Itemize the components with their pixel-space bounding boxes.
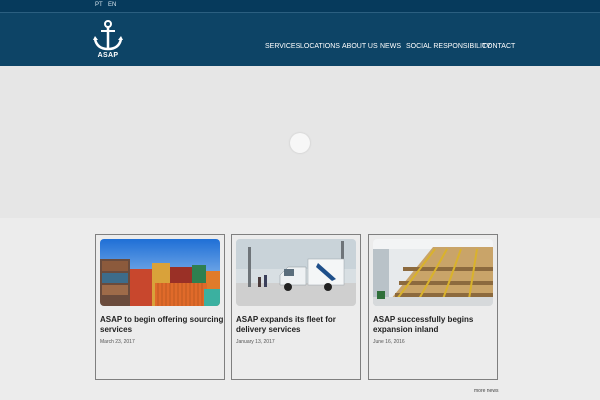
more-news-link[interactable]: more news	[474, 388, 498, 394]
nav-services[interactable]: SERVICES	[265, 43, 300, 50]
news-title[interactable]: ASAP to begin offering sourcing services	[100, 315, 224, 335]
language-pt-link[interactable]: PT	[95, 2, 103, 8]
news-date: January 13, 2017	[236, 339, 275, 345]
shipping-containers-image[interactable]	[100, 239, 220, 306]
news-date: June 16, 2016	[373, 339, 405, 345]
news-card[interactable]: ASAP successfully begins expansion inlan…	[368, 234, 498, 380]
warehouse-shelves-image[interactable]	[373, 239, 493, 306]
news-title[interactable]: ASAP expands its fleet for delivery serv…	[236, 315, 360, 335]
nav-locations[interactable]: LOCATIONS	[300, 43, 340, 50]
loading-spinner-icon	[290, 133, 310, 153]
anchor-icon	[93, 20, 123, 51]
nav-contact[interactable]: CONTACT	[482, 43, 515, 50]
asap-logo[interactable]: ASAP	[90, 19, 126, 63]
nav-social-responsibility[interactable]: SOCIAL RESPONSIBILITY	[406, 43, 491, 50]
nav-news[interactable]: NEWS	[380, 43, 401, 50]
news-title[interactable]: ASAP successfully begins expansion inlan…	[373, 315, 497, 335]
language-en-link[interactable]: EN	[108, 2, 116, 8]
language-bar: PT EN	[0, 0, 600, 12]
site-header: ASAP SERVICES LOCATIONS ABOUT US NEWS SO…	[0, 12, 600, 66]
news-card[interactable]: ASAP to begin offering sourcing services…	[95, 234, 225, 380]
nav-about-us[interactable]: ABOUT US	[342, 43, 378, 50]
delivery-truck-image[interactable]	[236, 239, 356, 306]
logo-text: ASAP	[97, 52, 119, 59]
news-card[interactable]: ASAP expands its fleet for delivery serv…	[231, 234, 361, 380]
news-date: March 23, 2017	[100, 339, 135, 345]
hero-slider	[0, 66, 600, 218]
